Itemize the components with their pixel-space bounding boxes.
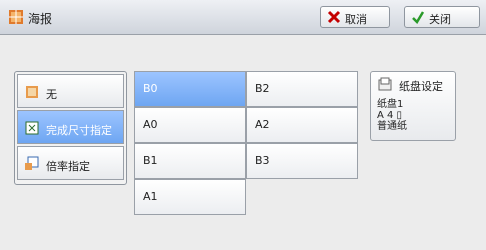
cancel-button[interactable]: 取消 bbox=[320, 6, 390, 28]
size-a0[interactable]: A0 bbox=[134, 107, 246, 143]
size-b3[interactable]: B3 bbox=[246, 143, 358, 179]
close-x-icon bbox=[327, 10, 341, 24]
size-b1[interactable]: B1 bbox=[134, 143, 246, 179]
poster-icon bbox=[9, 10, 23, 24]
output-size-icon bbox=[25, 121, 39, 135]
size-a2[interactable]: A2 bbox=[246, 107, 358, 143]
option-none[interactable]: 无 bbox=[17, 74, 124, 108]
no-poster-icon bbox=[26, 86, 38, 98]
close-button-label: 关闭 bbox=[429, 13, 451, 26]
checkmark-icon bbox=[412, 11, 425, 24]
page-title: 海报 bbox=[28, 12, 53, 26]
option-enlarge-label: 倍率指定 bbox=[46, 160, 90, 173]
tray-line3: 普通纸 bbox=[377, 121, 407, 132]
paper-tray-button[interactable]: 纸盘设定 纸盘1 A 4 ▯ 普通纸 bbox=[370, 71, 456, 141]
option-output-size-label: 完成尺寸指定 bbox=[46, 124, 112, 137]
size-b2[interactable]: B2 bbox=[246, 71, 358, 107]
poster-mode-group: 无 完成尺寸指定 倍率指定 bbox=[14, 71, 127, 185]
paper-tray-label: 纸盘设定 bbox=[399, 80, 443, 93]
tray-line1: 纸盘1 bbox=[377, 99, 404, 110]
close-button[interactable]: 关闭 bbox=[404, 6, 480, 28]
size-b0[interactable]: B0 bbox=[134, 71, 246, 107]
enlarge-icon bbox=[25, 156, 39, 170]
option-none-label: 无 bbox=[46, 88, 57, 101]
title-bar: 海报 取消 关闭 bbox=[0, 0, 486, 35]
cancel-button-label: 取消 bbox=[345, 13, 367, 26]
paper-tray-icon bbox=[378, 77, 392, 91]
option-output-size[interactable]: 完成尺寸指定 bbox=[17, 110, 124, 144]
tray-line2: A 4 ▯ bbox=[377, 110, 403, 121]
size-grid: B0 B2 A0 A2 B1 B3 A1 bbox=[134, 71, 359, 215]
size-a1[interactable]: A1 bbox=[134, 179, 246, 215]
option-enlarge[interactable]: 倍率指定 bbox=[17, 146, 124, 180]
